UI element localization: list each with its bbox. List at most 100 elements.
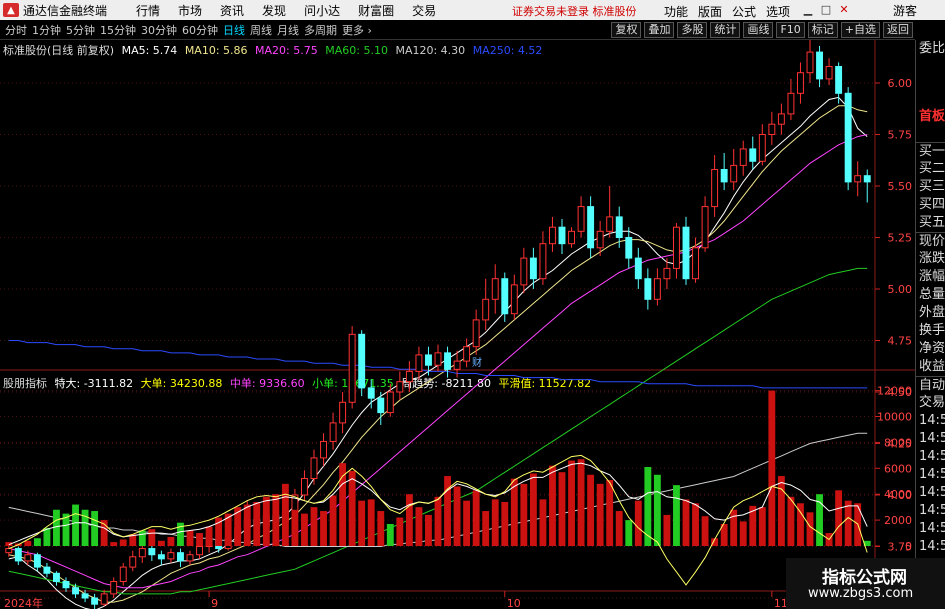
period-more[interactable]: 更多 › [342, 22, 372, 38]
period-multi[interactable]: 多周期 [304, 22, 337, 38]
candle [119, 562, 127, 586]
candle [301, 470, 308, 502]
kline-chart[interactable]: 6.005.755.505.255.004.754.504.254.003.75… [0, 40, 915, 609]
candle-body [653, 278, 661, 300]
period-tick[interactable]: 分时 [5, 22, 27, 38]
tool-overlay[interactable]: 叠加 [644, 22, 675, 38]
indicator-bar [138, 530, 146, 546]
app-name: 通达信金融终端 [23, 3, 108, 18]
period-15min[interactable]: 15分钟 [100, 22, 136, 38]
candle [520, 247, 528, 294]
period-5min[interactable]: 5分钟 [66, 22, 95, 38]
menu-item-market[interactable]: 市场 [178, 2, 202, 19]
candle [806, 40, 814, 83]
candle [701, 196, 709, 252]
candle-body [377, 397, 385, 414]
panel-net-asset: 净资 [919, 341, 945, 356]
indicator-bar [348, 470, 356, 546]
menu-item-function[interactable]: 功能 [664, 3, 688, 20]
indicator-bar [806, 512, 814, 546]
indicator-bar [835, 490, 843, 546]
candle [816, 45, 823, 88]
candle [491, 264, 499, 314]
panel-first-board[interactable]: 首板 [916, 108, 945, 126]
panel-time-4: 14:56 [919, 467, 945, 482]
panel-volume: 总量 [919, 287, 945, 302]
indicator-bar [72, 504, 79, 546]
menu-item-discover[interactable]: 发现 [262, 2, 286, 19]
candle-body [739, 148, 747, 166]
panel-time-7: 14:56 [919, 521, 945, 536]
panel-trade[interactable]: 交易 [916, 394, 945, 412]
candle-body [5, 548, 13, 554]
menu-item-trade[interactable]: 交易 [412, 2, 436, 19]
period-1min[interactable]: 1分钟 [32, 22, 61, 38]
indicator-bar [301, 513, 308, 546]
menu-item-news[interactable]: 资讯 [220, 2, 244, 19]
candle-body [768, 123, 776, 135]
menu-item-layout[interactable]: 版面 [698, 3, 722, 20]
candle [682, 216, 690, 285]
candle-body [749, 148, 757, 162]
menu-item-wealth[interactable]: 财富圈 [358, 2, 394, 19]
indicator-bar [787, 496, 795, 546]
tool-adjust[interactable]: 复权 [611, 22, 642, 38]
candle [730, 148, 738, 191]
candle [768, 111, 776, 145]
tool-stats[interactable]: 统计 [710, 22, 741, 38]
indicator-bar [844, 500, 852, 546]
tool-back[interactable]: 返回 [883, 22, 913, 38]
period-30min[interactable]: 30分钟 [141, 22, 177, 38]
tool-mark[interactable]: 标记 [807, 22, 838, 38]
candle-body [587, 206, 595, 249]
indicator-bar [501, 501, 509, 546]
candle-body [119, 566, 127, 583]
candle [320, 433, 327, 467]
candle [167, 548, 175, 563]
tool-draw[interactable]: 画线 [743, 22, 774, 38]
indicator-bar [472, 490, 480, 546]
candle [720, 153, 728, 191]
panel-change: 涨跌 [919, 251, 945, 266]
restore-icon[interactable]: □ [818, 1, 834, 18]
panel-time-6: 14:56 [919, 503, 945, 518]
tool-multi-stock[interactable]: 多股 [677, 22, 708, 38]
panel-time-3: 14:56 [919, 449, 945, 464]
menu-item-options[interactable]: 选项 [766, 3, 790, 20]
menu-item-formula[interactable]: 公式 [732, 3, 756, 20]
candle-body [310, 457, 318, 480]
period-monthly[interactable]: 月线 [277, 22, 299, 38]
candle [53, 571, 60, 586]
candle-body [844, 92, 852, 183]
right-menu: 功能 版面 公式 选项 [664, 3, 800, 20]
candle-body [24, 554, 32, 562]
candle-body [663, 267, 671, 280]
candle-body [348, 333, 356, 403]
period-daily[interactable]: 日线 [223, 22, 245, 38]
app-logo: ▲ [3, 3, 19, 17]
login-notice[interactable]: 证券交易未登录 标准股份 [512, 3, 637, 19]
panel-auto[interactable]: 自动 [916, 376, 945, 394]
candle [739, 140, 747, 176]
period-weekly[interactable]: 周线 [250, 22, 272, 38]
indicator-bar [463, 500, 471, 546]
candle-body [329, 422, 337, 442]
indicator-bar [615, 511, 623, 546]
guest-label[interactable]: 游客 [893, 2, 917, 19]
menu-item-quotes[interactable]: 行情 [136, 2, 160, 19]
candle-body [81, 593, 89, 599]
tool-add-watch[interactable]: +自选 [840, 22, 880, 38]
indicator-bar [234, 507, 242, 546]
period-60min[interactable]: 60分钟 [182, 22, 218, 38]
close-icon[interactable]: ✕ [836, 1, 852, 18]
indicator-tick-label: 0 [905, 540, 912, 553]
panel-order-ratio[interactable]: 委比 [916, 40, 945, 58]
tool-f10[interactable]: F10 [776, 22, 805, 38]
panel-bid3: 买三 [919, 179, 945, 194]
indicator-bar [596, 483, 604, 546]
menu-item-ask[interactable]: 问小达 [304, 2, 340, 19]
minimize-icon[interactable]: ▁ [800, 1, 816, 18]
indicator-bar [272, 494, 280, 546]
candle-body [634, 257, 642, 280]
candle-body [14, 548, 22, 562]
